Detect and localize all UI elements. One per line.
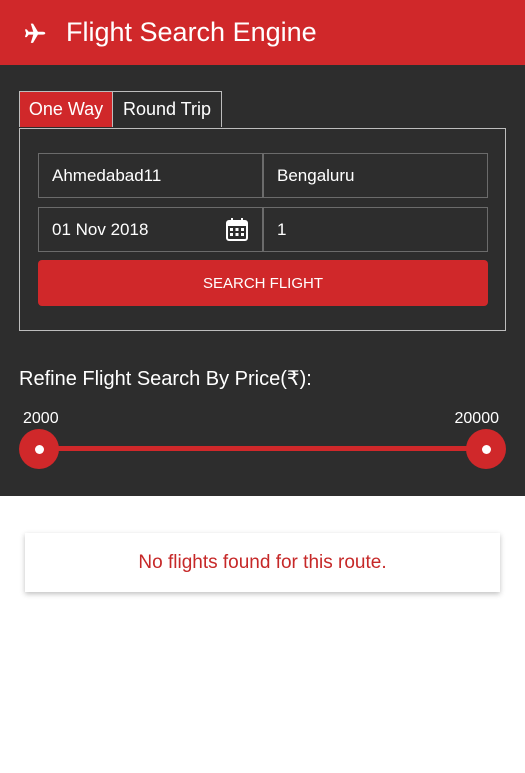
app-title: Flight Search Engine [66, 17, 317, 47]
price-min-handle[interactable] [19, 429, 59, 469]
passengers-field[interactable]: 1 [263, 207, 488, 252]
tab-one-way[interactable]: One Way [19, 91, 113, 127]
destination-field[interactable]: Bengaluru [263, 153, 488, 198]
price-max-handle[interactable] [466, 429, 506, 469]
no-results-card: No flights found for this route. [25, 533, 500, 592]
departure-date-field[interactable]: 01 Nov 2018 [38, 207, 263, 252]
handle-dot [34, 444, 44, 454]
calendar-icon[interactable] [224, 217, 250, 243]
app-header: Flight Search Engine [0, 0, 525, 65]
origin-field[interactable]: Ahmedabad11 [38, 153, 263, 198]
tab-round-trip[interactable]: Round Trip [113, 91, 222, 127]
departure-date-value: 01 Nov 2018 [52, 219, 149, 239]
handle-dot [481, 444, 491, 454]
price-min-label: 2000 [23, 410, 59, 427]
airplane-icon [24, 23, 46, 43]
search-flight-button[interactable]: SEARCH FLIGHT [38, 260, 488, 306]
refine-price-title: Refine Flight Search By Price(₹): [19, 368, 312, 390]
search-panel: One Way Round Trip Ahmedabad11 Bengaluru… [0, 65, 525, 496]
search-form: Ahmedabad11 Bengaluru 01 Nov 2018 1 SEAR… [19, 128, 506, 331]
price-max-label: 20000 [454, 410, 500, 427]
price-slider-track[interactable] [39, 446, 486, 451]
trip-type-tabs: One Way Round Trip [19, 91, 222, 127]
